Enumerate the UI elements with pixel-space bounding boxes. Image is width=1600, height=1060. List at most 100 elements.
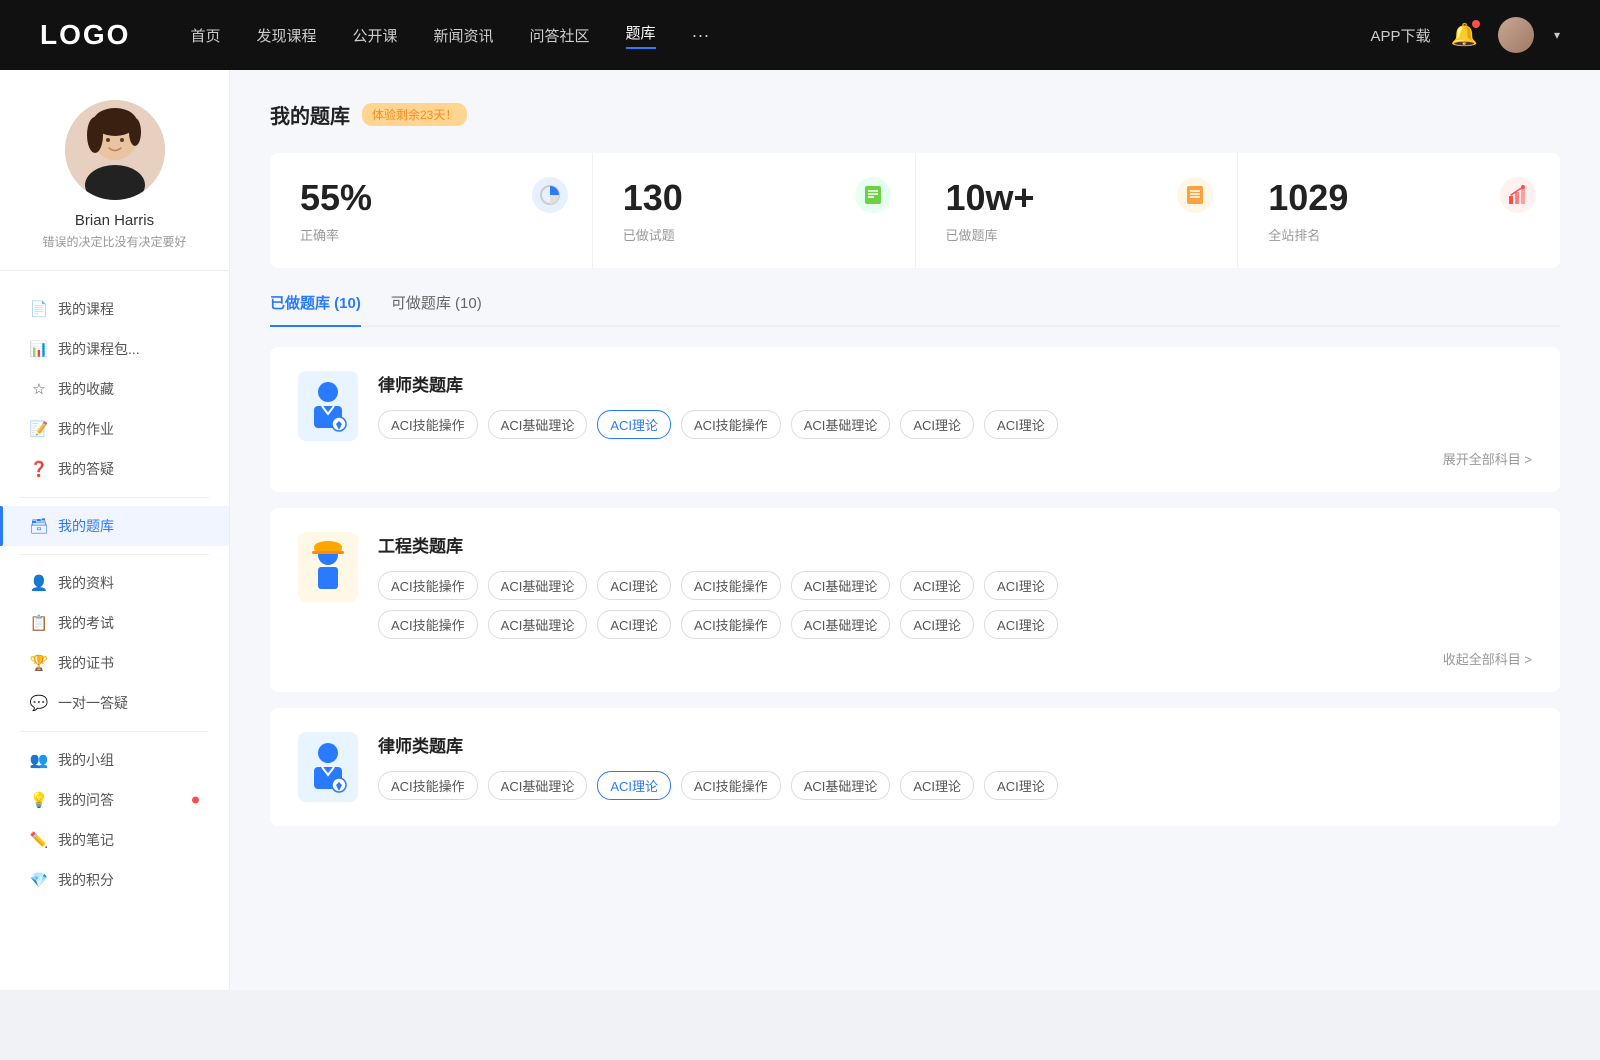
tab-todo[interactable]: 可做题库 (10) xyxy=(391,292,482,325)
tab-row: 已做题库 (10) 可做题库 (10) xyxy=(270,292,1560,327)
tag-2-9[interactable]: ACI理论 xyxy=(597,610,671,639)
sidebar: Brian Harris 错误的决定比没有决定要好 📄 我的课程 📊 我的课程包… xyxy=(0,70,230,990)
tag-2-13[interactable]: ACI理论 xyxy=(984,610,1058,639)
chat-icon: 💬 xyxy=(30,694,48,712)
menu-divider-1 xyxy=(20,497,209,498)
tag-1-2[interactable]: ACI理论 xyxy=(597,410,671,439)
qbank-card-3: 律师类题库 ACI技能操作 ACI基础理论 ACI理论 ACI技能操作 ACI基… xyxy=(270,708,1560,826)
sidebar-item-notes[interactable]: ✏️ 我的笔记 xyxy=(0,820,229,860)
sidebar-item-profile[interactable]: 👤 我的资料 xyxy=(0,563,229,603)
tag-2-1[interactable]: ACI基础理论 xyxy=(488,571,588,600)
tag-2-3[interactable]: ACI技能操作 xyxy=(681,571,781,600)
tag-2-2[interactable]: ACI理论 xyxy=(597,571,671,600)
sidebar-item-one-on-one[interactable]: 💬 一对一答疑 xyxy=(0,683,229,723)
nav-more[interactable]: ··· xyxy=(692,25,710,46)
sidebar-item-homework[interactable]: 📝 我的作业 xyxy=(0,409,229,449)
nav-link-open[interactable]: 公开课 xyxy=(352,25,397,46)
notification-dot xyxy=(1472,20,1480,28)
page-header: 我的题库 体验剩余23天！ xyxy=(270,100,1560,129)
tag-3-5[interactable]: ACI理论 xyxy=(900,771,974,800)
qbank-card-1: 律师类题库 ACI技能操作 ACI基础理论 ACI理论 ACI技能操作 ACI基… xyxy=(270,347,1560,492)
stat-done-banks-label: 已做题库 xyxy=(946,225,998,244)
qbank-card-1-body: 律师类题库 ACI技能操作 ACI基础理论 ACI理论 ACI技能操作 ACI基… xyxy=(378,371,1532,468)
tag-3-1[interactable]: ACI基础理论 xyxy=(488,771,588,800)
qbank-1-title: 律师类题库 xyxy=(378,371,1532,396)
lawyer-icon-2 xyxy=(298,732,358,802)
tag-1-6[interactable]: ACI理论 xyxy=(984,410,1058,439)
tag-1-5[interactable]: ACI理论 xyxy=(900,410,974,439)
profile-motto: 错误的决定比没有决定要好 xyxy=(42,233,186,250)
tag-2-7[interactable]: ACI技能操作 xyxy=(378,610,478,639)
sidebar-item-favorites[interactable]: ☆ 我的收藏 xyxy=(0,369,229,409)
nav-link-discover[interactable]: 发现课程 xyxy=(256,25,316,46)
tag-2-8[interactable]: ACI基础理论 xyxy=(488,610,588,639)
sidebar-profile: Brian Harris 错误的决定比没有决定要好 xyxy=(0,100,229,271)
sidebar-item-group[interactable]: 👥 我的小组 xyxy=(0,740,229,780)
tag-2-5[interactable]: ACI理论 xyxy=(900,571,974,600)
app-download-button[interactable]: APP下载 xyxy=(1371,25,1431,46)
my-question-icon: 💡 xyxy=(30,791,48,809)
stat-done-questions: 130 已做试题 xyxy=(593,153,916,268)
done-questions-icon xyxy=(855,177,891,213)
exam-icon: 📋 xyxy=(30,614,48,632)
nav-link-qa[interactable]: 问答社区 xyxy=(530,25,590,46)
tag-3-0[interactable]: ACI技能操作 xyxy=(378,771,478,800)
tag-2-6[interactable]: ACI理论 xyxy=(984,571,1058,600)
tag-2-0[interactable]: ACI技能操作 xyxy=(378,571,478,600)
sidebar-item-exam[interactable]: 📋 我的考试 xyxy=(0,603,229,643)
sidebar-item-course-package[interactable]: 📊 我的课程包... xyxy=(0,329,229,369)
lawyer-icon-1 xyxy=(298,371,358,441)
profile-avatar xyxy=(65,100,165,200)
qbank-card-2: 工程类题库 ACI技能操作 ACI基础理论 ACI理论 ACI技能操作 ACI基… xyxy=(270,508,1560,692)
stats-row: 55% 正确率 130 已做试题 xyxy=(270,153,1560,268)
tag-2-4[interactable]: ACI基础理论 xyxy=(791,571,891,600)
stat-ranking-value: 1029 xyxy=(1268,177,1348,219)
stat-done-questions-label: 已做试题 xyxy=(623,225,675,244)
ranking-icon xyxy=(1500,177,1536,213)
tag-2-11[interactable]: ACI基础理论 xyxy=(791,610,891,639)
sidebar-item-course[interactable]: 📄 我的课程 xyxy=(0,289,229,329)
stat-ranking: 1029 全站排名 xyxy=(1238,153,1560,268)
tab-done[interactable]: 已做题库 (10) xyxy=(270,292,361,325)
tag-3-6[interactable]: ACI理论 xyxy=(984,771,1058,800)
tag-1-3[interactable]: ACI技能操作 xyxy=(681,410,781,439)
expand-link-1[interactable]: 展开全部科目 > xyxy=(378,449,1532,468)
logo[interactable]: LOGO xyxy=(40,19,130,51)
main-content: 我的题库 体验剩余23天！ 55% 正确率 130 已做试题 xyxy=(230,70,1600,990)
qbank-card-3-body: 律师类题库 ACI技能操作 ACI基础理论 ACI理论 ACI技能操作 ACI基… xyxy=(378,732,1532,800)
qbank-card-1-header: 律师类题库 ACI技能操作 ACI基础理论 ACI理论 ACI技能操作 ACI基… xyxy=(298,371,1532,468)
nav-link-home[interactable]: 首页 xyxy=(190,25,220,46)
sidebar-item-certificate[interactable]: 🏆 我的证书 xyxy=(0,643,229,683)
qbank-2-tags-row1: ACI技能操作 ACI基础理论 ACI理论 ACI技能操作 ACI基础理论 AC… xyxy=(378,571,1532,600)
page-layout: Brian Harris 错误的决定比没有决定要好 📄 我的课程 📊 我的课程包… xyxy=(0,70,1600,990)
nav-link-news[interactable]: 新闻资讯 xyxy=(434,25,494,46)
qbank-2-title: 工程类题库 xyxy=(378,532,1532,557)
nav-link-qbank[interactable]: 题库 xyxy=(626,22,656,49)
sidebar-item-qbank[interactable]: 🗃 我的题库 xyxy=(0,506,229,546)
menu-divider-2 xyxy=(20,554,209,555)
avatar-dropdown-arrow[interactable]: ▾ xyxy=(1554,28,1560,42)
tag-3-2[interactable]: ACI理论 xyxy=(597,771,671,800)
sidebar-item-points[interactable]: 💎 我的积分 xyxy=(0,860,229,900)
engineer-icon xyxy=(298,532,358,602)
tag-2-10[interactable]: ACI技能操作 xyxy=(681,610,781,639)
file-icon: 📄 xyxy=(30,300,48,318)
tag-1-0[interactable]: ACI技能操作 xyxy=(378,410,478,439)
notification-bell[interactable]: 🔔 xyxy=(1451,22,1478,48)
tag-1-4[interactable]: ACI基础理论 xyxy=(791,410,891,439)
tag-2-12[interactable]: ACI理论 xyxy=(900,610,974,639)
qbank-card-2-header: 工程类题库 ACI技能操作 ACI基础理论 ACI理论 ACI技能操作 ACI基… xyxy=(298,532,1532,668)
question-circle-icon: ❓ xyxy=(30,460,48,478)
sidebar-item-questions[interactable]: ❓ 我的答疑 xyxy=(0,449,229,489)
table-icon: 🗃 xyxy=(30,517,48,535)
tag-3-4[interactable]: ACI基础理论 xyxy=(791,771,891,800)
tag-3-3[interactable]: ACI技能操作 xyxy=(681,771,781,800)
sidebar-item-my-questions[interactable]: 💡 我的问答 xyxy=(0,780,229,820)
tag-1-1[interactable]: ACI基础理论 xyxy=(488,410,588,439)
done-banks-icon xyxy=(1177,177,1213,213)
stat-accuracy: 55% 正确率 xyxy=(270,153,593,268)
qbank-3-tags: ACI技能操作 ACI基础理论 ACI理论 ACI技能操作 ACI基础理论 AC… xyxy=(378,771,1532,800)
collapse-link-2[interactable]: 收起全部科目 > xyxy=(378,649,1532,668)
user-avatar[interactable] xyxy=(1498,17,1534,53)
sidebar-menu: 📄 我的课程 📊 我的课程包... ☆ 我的收藏 📝 我的作业 ❓ 我的答疑 � xyxy=(0,281,229,908)
